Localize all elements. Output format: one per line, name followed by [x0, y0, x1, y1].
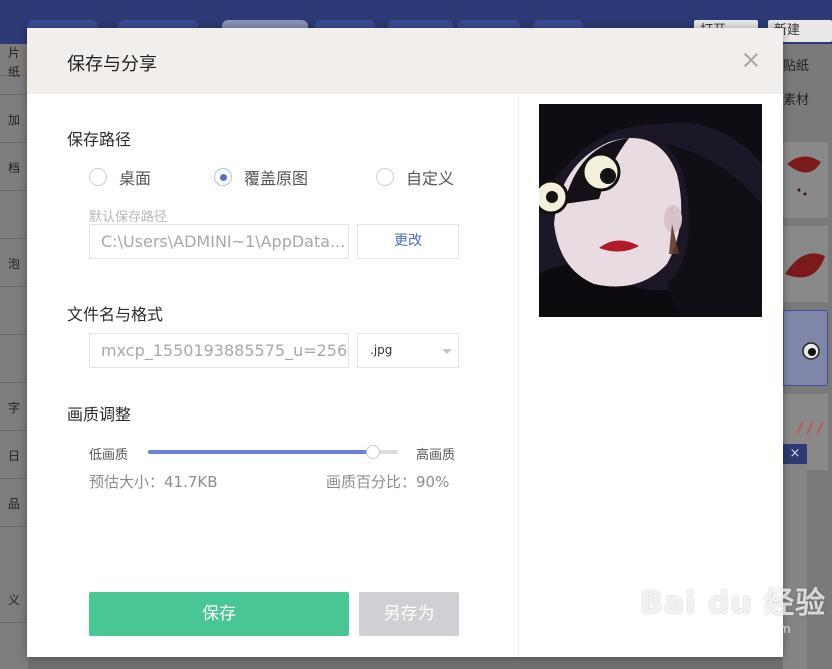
dialog-title: 保存与分享: [67, 54, 157, 75]
left-item[interactable]: 档: [0, 145, 28, 191]
save-button[interactable]: 保存: [89, 592, 349, 636]
mini-panel-close-icon[interactable]: ×: [783, 444, 807, 464]
high-quality-label: 高画质: [416, 448, 456, 463]
radio-circle-checked[interactable]: [214, 168, 232, 186]
dialog-divider: [518, 94, 519, 657]
file-name-field[interactable]: mxcp_1550193885575_u=2562...: [89, 333, 349, 368]
eye-sticker-icon: [802, 342, 820, 360]
radio-label: 覆盖原图: [244, 169, 309, 188]
left-sidebar: 片 纸 加 档 泡 字 日 品 义: [0, 44, 28, 669]
radio-overwrite-original[interactable]: 覆盖原图: [214, 166, 308, 188]
save-path-field[interactable]: C:\Users\ADMINI~1\AppData...: [89, 224, 349, 259]
radio-circle[interactable]: [89, 168, 107, 186]
radio-circle[interactable]: [376, 168, 394, 186]
baidu-jingyan-watermark: Bai du 经验 jingyan.baidu.com: [640, 578, 827, 636]
watermark-logo: Bai du 经验: [640, 586, 827, 621]
quality-slider[interactable]: [148, 445, 398, 459]
radio-label: 桌面: [119, 169, 152, 188]
format-value: .jpg: [370, 343, 393, 357]
change-path-button[interactable]: 更改: [357, 224, 459, 259]
left-item[interactable]: 纸: [0, 49, 28, 95]
save-path-title: 保存路径: [67, 130, 132, 149]
left-item[interactable]: [0, 289, 28, 335]
left-item[interactable]: 日: [0, 433, 28, 479]
dialog-header: 保存与分享: [27, 28, 783, 94]
sticker-thumb[interactable]: [783, 142, 828, 218]
radio-desktop[interactable]: 桌面: [89, 166, 151, 188]
file-name-format-title: 文件名与格式: [67, 305, 164, 324]
save-share-dialog: 保存与分享 保存路径 桌面 覆盖原图 自定义 默认保存路径 C:\Users\A…: [27, 28, 783, 657]
quality-title: 画质调整: [67, 405, 132, 424]
preview-photo: [539, 104, 762, 317]
quality-percent: 画质百分比：90%: [326, 473, 450, 491]
close-icon[interactable]: [741, 50, 761, 70]
estimated-size: 预估大小：41.7KB: [89, 473, 218, 491]
watermark-url: jingyan.baidu.com: [680, 622, 791, 636]
default-path-hint: 默认保存路径: [89, 210, 168, 225]
format-select[interactable]: .jpg: [357, 333, 459, 368]
quality-slider-fill: [148, 450, 373, 454]
save-as-button[interactable]: 另存为: [359, 592, 459, 636]
sticker-thumb[interactable]: [783, 226, 828, 302]
radio-label: 自定义: [406, 169, 455, 188]
lips-sticker-icon: [787, 156, 821, 196]
chevron-down-icon: [442, 349, 452, 354]
low-quality-label: 低画质: [89, 448, 129, 463]
sticker-thumb-selected[interactable]: [783, 310, 828, 386]
left-item[interactable]: 义: [0, 577, 28, 623]
left-item[interactable]: [0, 337, 28, 383]
materials-tab[interactable]: 素材: [783, 89, 809, 108]
left-item[interactable]: 品: [0, 481, 28, 527]
left-item[interactable]: 泡: [0, 241, 28, 287]
left-item[interactable]: 字: [0, 385, 28, 431]
left-item[interactable]: 加: [0, 97, 28, 143]
quality-slider-handle[interactable]: [366, 445, 380, 459]
left-item[interactable]: [0, 193, 28, 239]
lips-sticker-icon: [785, 253, 825, 278]
stickers-tab[interactable]: 贴纸: [783, 55, 809, 74]
radio-custom[interactable]: 自定义: [376, 166, 454, 188]
image-preview: [539, 104, 762, 317]
